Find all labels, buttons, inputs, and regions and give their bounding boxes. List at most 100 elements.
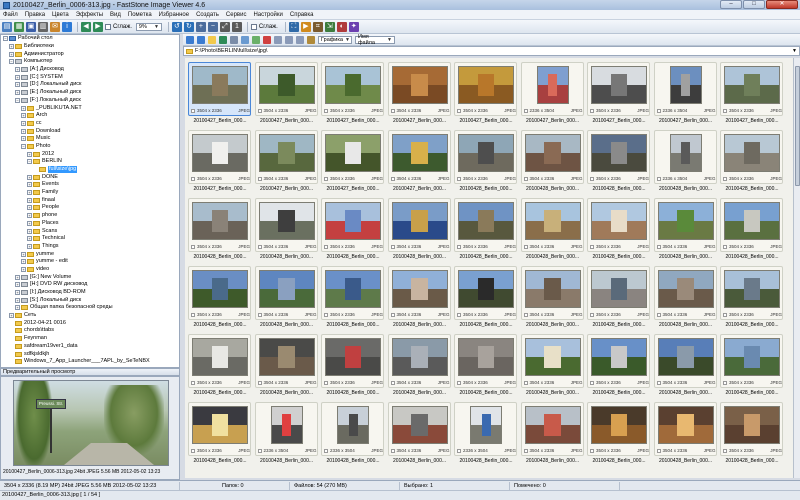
view-details-icon[interactable] xyxy=(296,35,304,44)
thumbnail[interactable]: 3504 x 2336 JPEG 20100428_Berlin_000... xyxy=(719,264,785,332)
thumbnail[interactable]: 3504 x 2336 JPEG 20100428_Berlin_000... xyxy=(254,264,320,332)
tree-item[interactable]: + Сеть xyxy=(1,312,179,320)
expand-icon[interactable]: + xyxy=(27,174,32,180)
thumbnail-checkbox[interactable] xyxy=(656,244,661,249)
expand-icon[interactable]: + xyxy=(15,90,20,96)
thumbnail-checkbox[interactable] xyxy=(324,176,328,181)
tree-item[interactable]: Windows_7_App_Launcher___7APL_by_SeTeNBX xyxy=(1,358,179,366)
tree-item[interactable]: + Places xyxy=(1,220,179,228)
tree-item[interactable]: + Events xyxy=(1,181,179,189)
thumbnail[interactable]: 3504 x 2336 JPEG 20100427_Berlin_000... xyxy=(320,60,386,128)
tree-item[interactable]: + Библиотеки xyxy=(1,43,179,51)
thumbnail-checkbox[interactable] xyxy=(324,108,328,113)
thumbnail[interactable]: 3504 x 2336 JPEG 20100428_Berlin_000... xyxy=(586,128,652,196)
thumbnail[interactable]: 3504 x 2336 JPEG 20100428_Berlin_000... xyxy=(653,400,719,468)
thumbnail-checkbox[interactable] xyxy=(324,448,328,453)
rotate-right-icon[interactable]: ↻ xyxy=(183,21,194,32)
thumbnail[interactable]: 3504 x 2336 JPEG 20100428_Berlin_000... xyxy=(254,196,320,264)
tree-item[interactable]: + yumme xyxy=(1,250,179,258)
previous-icon[interactable]: ◀ xyxy=(81,21,91,32)
actual-size-icon[interactable]: 1 xyxy=(231,21,242,32)
thumbnail-checkbox[interactable] xyxy=(457,244,461,249)
tree-item[interactable]: + Technical xyxy=(1,235,179,243)
expand-icon[interactable]: + xyxy=(27,197,32,203)
thumbnail-checkbox[interactable] xyxy=(257,176,262,181)
thumbnail-checkbox[interactable] xyxy=(523,108,528,113)
expand-icon[interactable]: + xyxy=(27,213,32,219)
thumbnail-checkbox[interactable] xyxy=(390,244,395,249)
expand-icon[interactable]: + xyxy=(27,220,32,226)
thumbnail-checkbox[interactable] xyxy=(590,108,594,113)
tree-item[interactable]: − Компьютер xyxy=(1,58,179,66)
thumbnail[interactable]: 3504 x 2336 JPEG 20100427_Berlin_000... xyxy=(254,128,320,196)
thumbnail[interactable]: 3504 x 2336 JPEG 20100427_Berlin_000... xyxy=(187,128,253,196)
email-icon[interactable]: ✉ xyxy=(50,21,60,32)
expand-icon[interactable]: + xyxy=(27,151,32,157)
expand-icon[interactable]: + xyxy=(27,236,32,242)
up-folder-icon[interactable] xyxy=(208,35,216,44)
slideshow-icon[interactable]: ▶ xyxy=(300,21,311,32)
thumbnail[interactable]: 3504 x 2336 JPEG 20100428_Berlin_000... xyxy=(719,196,785,264)
print-icon[interactable]: ▥ xyxy=(38,21,48,32)
collapse-icon[interactable]: − xyxy=(27,159,32,165)
tree-item[interactable]: chords\ttabs xyxy=(1,327,179,335)
menu-item[interactable]: Файл xyxy=(3,12,18,18)
thumbnail-checkbox[interactable] xyxy=(390,108,395,113)
thumbnail-checkbox[interactable] xyxy=(191,244,195,249)
thumbnail[interactable]: 3504 x 2336 JPEG 20100428_Berlin_000... xyxy=(586,196,652,264)
expand-icon[interactable]: + xyxy=(27,182,32,188)
thumbnail-checkbox[interactable] xyxy=(257,448,262,453)
expand-icon[interactable]: + xyxy=(21,259,26,265)
tree-item[interactable]: − [F:] Локальный диск xyxy=(1,97,179,105)
thumbnail-checkbox[interactable] xyxy=(523,312,528,317)
thumbnail-checkbox[interactable] xyxy=(191,312,195,317)
thumbnail[interactable]: 3504 x 2336 JPEG 20100428_Berlin_000... xyxy=(520,128,586,196)
thumbnail[interactable]: 2336 x 3504 JPEG 20100427_Berlin_000... xyxy=(520,60,586,128)
thumbnail-checkbox[interactable] xyxy=(390,176,395,181)
thumbnail-checkbox[interactable] xyxy=(257,244,262,249)
thumbnail-checkbox[interactable] xyxy=(191,380,195,385)
thumbnail[interactable]: 3504 x 2336 JPEG 20100428_Berlin_000... xyxy=(187,196,253,264)
expand-icon[interactable]: + xyxy=(21,251,26,257)
open-icon[interactable]: ▤ xyxy=(2,21,12,32)
info-icon[interactable]: i xyxy=(62,21,72,32)
thumbnail-checkbox[interactable] xyxy=(723,176,727,181)
thumbnail-checkbox[interactable] xyxy=(523,176,528,181)
crop-icon[interactable]: ⌗ xyxy=(312,21,323,32)
collapse-icon[interactable]: − xyxy=(3,36,8,42)
thumbnail-checkbox[interactable] xyxy=(523,448,528,453)
tree-item[interactable]: + Arch xyxy=(1,112,179,120)
thumbnail-checkbox[interactable] xyxy=(257,380,262,385)
thumbnail[interactable]: 3504 x 2336 JPEG 20100428_Berlin_000... xyxy=(520,196,586,264)
thumbnail-checkbox[interactable] xyxy=(523,380,528,385)
tree-item[interactable]: + _PUBLIKUTA.NET xyxy=(1,104,179,112)
effects-icon[interactable]: ✦ xyxy=(348,21,359,32)
thumbnail[interactable]: 3504 x 2336 JPEG 20100428_Berlin_000... xyxy=(520,332,586,400)
thumbnail[interactable]: 3504 x 2336 JPEG 20100428_Berlin_000... xyxy=(520,264,586,332)
thumbnail[interactable]: 2336 x 3504 JPEG 20100428_Berlin_000... xyxy=(653,128,719,196)
copy-icon[interactable] xyxy=(241,35,249,44)
thumbnail[interactable]: 3504 x 2336 JPEG 20100428_Berlin_000... xyxy=(387,332,453,400)
chevron-down-icon[interactable]: ▼ xyxy=(792,47,797,55)
browse-icon[interactable]: ▦ xyxy=(14,21,24,32)
menu-item[interactable]: Настройки xyxy=(253,12,282,18)
thumbnail-checkbox[interactable] xyxy=(723,108,727,113)
delete-icon[interactable] xyxy=(263,35,271,44)
thumbnail[interactable]: 3504 x 2336 JPEG 20100428_Berlin_000... xyxy=(586,332,652,400)
refresh-icon[interactable] xyxy=(219,35,227,44)
expand-icon[interactable]: + xyxy=(9,313,14,319)
thumbnail-checkbox[interactable] xyxy=(257,108,262,113)
thumbnail[interactable]: 3504 x 2336 JPEG 20100427_Berlin_000... xyxy=(387,128,453,196)
thumbnail-checkbox[interactable] xyxy=(656,176,661,181)
folder-tree[interactable]: − Рабочий стол + Библиотеки + Администратор − К… xyxy=(0,34,180,368)
thumbnail[interactable]: 3504 x 2336 JPEG 20100428_Berlin_000... xyxy=(387,400,453,468)
thumbnail-scrollbar[interactable] xyxy=(793,58,800,478)
fit-icon[interactable]: ⤢ xyxy=(219,21,230,32)
tree-item[interactable]: + [C:] SYSTEM xyxy=(1,73,179,81)
thumbnail[interactable]: 3504 x 2336 JPEG 20100428_Berlin_000... xyxy=(320,196,386,264)
thumbnail[interactable]: 3504 x 2336 JPEG 20100428_Berlin_000... xyxy=(187,400,253,468)
thumbnail-checkbox[interactable] xyxy=(191,448,195,453)
expand-icon[interactable]: + xyxy=(21,266,26,272)
menu-item[interactable]: Эффекты xyxy=(76,12,103,18)
expand-icon[interactable]: + xyxy=(9,51,14,57)
